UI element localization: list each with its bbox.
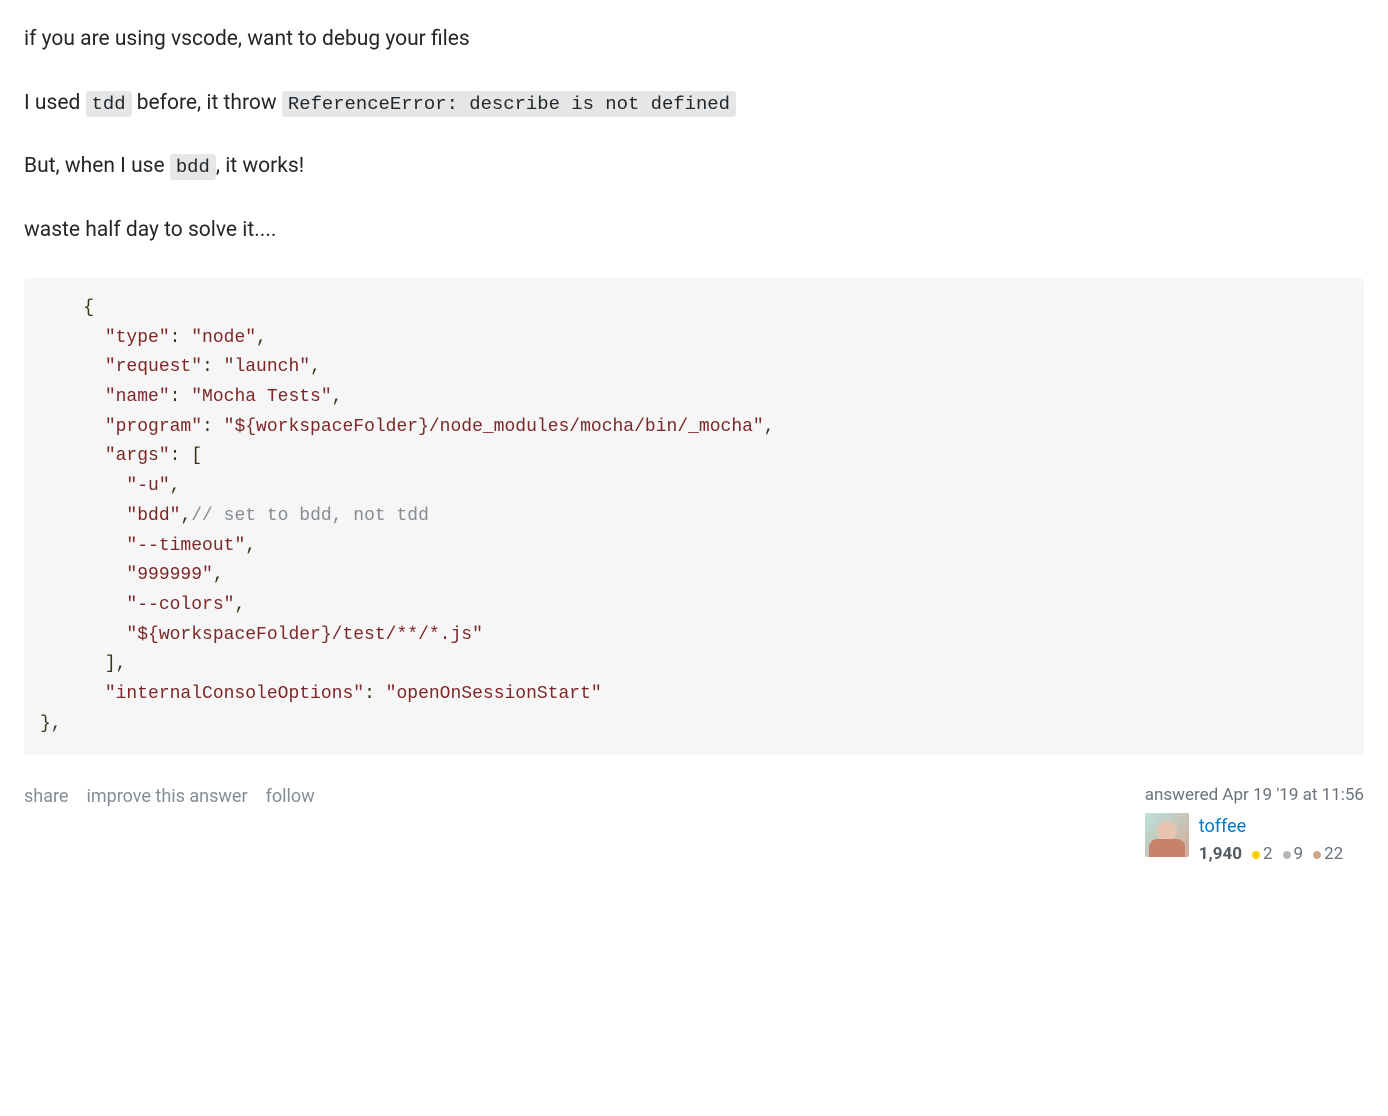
code-val: "--timeout" [126,536,245,556]
paragraph-1: if you are using vscode, want to debug y… [24,24,1364,56]
paragraph-4: waste half day to solve it.... [24,215,1364,247]
code-block: { "type": "node", "request": "launch", "… [24,278,1364,755]
code-pun: , [234,595,245,615]
code-val: "launch" [224,357,310,377]
user-card: answered Apr 19 '19 at 11:56 toffee 1,94… [1145,783,1364,867]
code-key: "args" [105,446,170,466]
user-stats: 1,940 2 9 22 [1199,842,1349,868]
code-val: "bdd" [126,506,180,526]
answer-actions: share improve this answer follow [24,783,315,810]
bronze-count: 22 [1324,842,1343,868]
code-val: "${workspaceFolder}/test/**/*.js" [126,625,482,645]
code-pun: : [170,328,192,348]
code-pun: ], [105,654,127,674]
code-val: "--colors" [126,595,234,615]
answered-time: answered Apr 19 '19 at 11:56 [1145,783,1364,809]
code-pun: : [202,417,224,437]
inline-code-error: ReferenceError: describe is not defined [282,91,736,117]
share-link[interactable]: share [24,783,68,810]
improve-answer-link[interactable]: improve this answer [86,783,247,810]
code-val: "openOnSessionStart" [386,684,602,704]
code-val: "node" [191,328,256,348]
code-val: "Mocha Tests" [191,387,331,407]
text: before, it throw [132,91,282,115]
code-key: "type" [105,328,170,348]
silver-badge: 9 [1283,842,1304,868]
inline-code-bdd: bdd [170,154,216,180]
code-pun: , [170,476,181,496]
code-pun: , [180,506,191,526]
code-val: "-u" [126,476,169,496]
code-pun: : [170,387,192,407]
bronze-badge-icon [1313,851,1321,859]
gold-count: 2 [1263,842,1273,868]
code-key: "internalConsoleOptions" [105,684,364,704]
text: answered [1145,785,1223,805]
code-pun: , [256,328,267,348]
gold-badge: 2 [1252,842,1273,868]
text: , it works! [216,154,304,178]
code-pun: , [310,357,321,377]
user-details: toffee 1,940 2 9 22 [1199,813,1349,868]
code-val: "999999" [126,565,212,585]
code-comment: // set to bdd, not tdd [191,506,429,526]
text: But, when I use [24,154,170,178]
avatar[interactable] [1145,813,1189,857]
code-pun: , [764,417,775,437]
paragraph-2: I used tdd before, it throw ReferenceErr… [24,88,1364,120]
paragraph-3: But, when I use bdd, it works! [24,151,1364,183]
code-pun: , [213,565,224,585]
silver-count: 9 [1294,842,1304,868]
silver-badge-icon [1283,851,1291,859]
user-row: toffee 1,940 2 9 22 [1145,813,1364,868]
gold-badge-icon [1252,851,1260,859]
code-pun: : [364,684,386,704]
code-line: { [40,298,94,318]
code-key: "name" [105,387,170,407]
follow-link[interactable]: follow [266,783,315,810]
bronze-badge: 22 [1313,842,1343,868]
code-content: { "type": "node", "request": "launch", "… [40,294,1348,739]
answer-footer: share improve this answer follow answere… [24,783,1364,867]
code-key: "program" [105,417,202,437]
code-pun: , [332,387,343,407]
code-val: "${workspaceFolder}/node_modules/mocha/b… [224,417,764,437]
user-name-link[interactable]: toffee [1199,813,1349,840]
timestamp: Apr 19 '19 at 11:56 [1222,785,1364,805]
text: I used [24,91,86,115]
code-key: "request" [105,357,202,377]
code-pun: }, [40,714,62,734]
code-pun: , [245,536,256,556]
inline-code-tdd: tdd [86,91,132,117]
code-pun: : [202,357,224,377]
reputation-score: 1,940 [1199,842,1242,868]
answer-body: if you are using vscode, want to debug y… [24,24,1364,755]
code-pun: : [ [170,446,202,466]
